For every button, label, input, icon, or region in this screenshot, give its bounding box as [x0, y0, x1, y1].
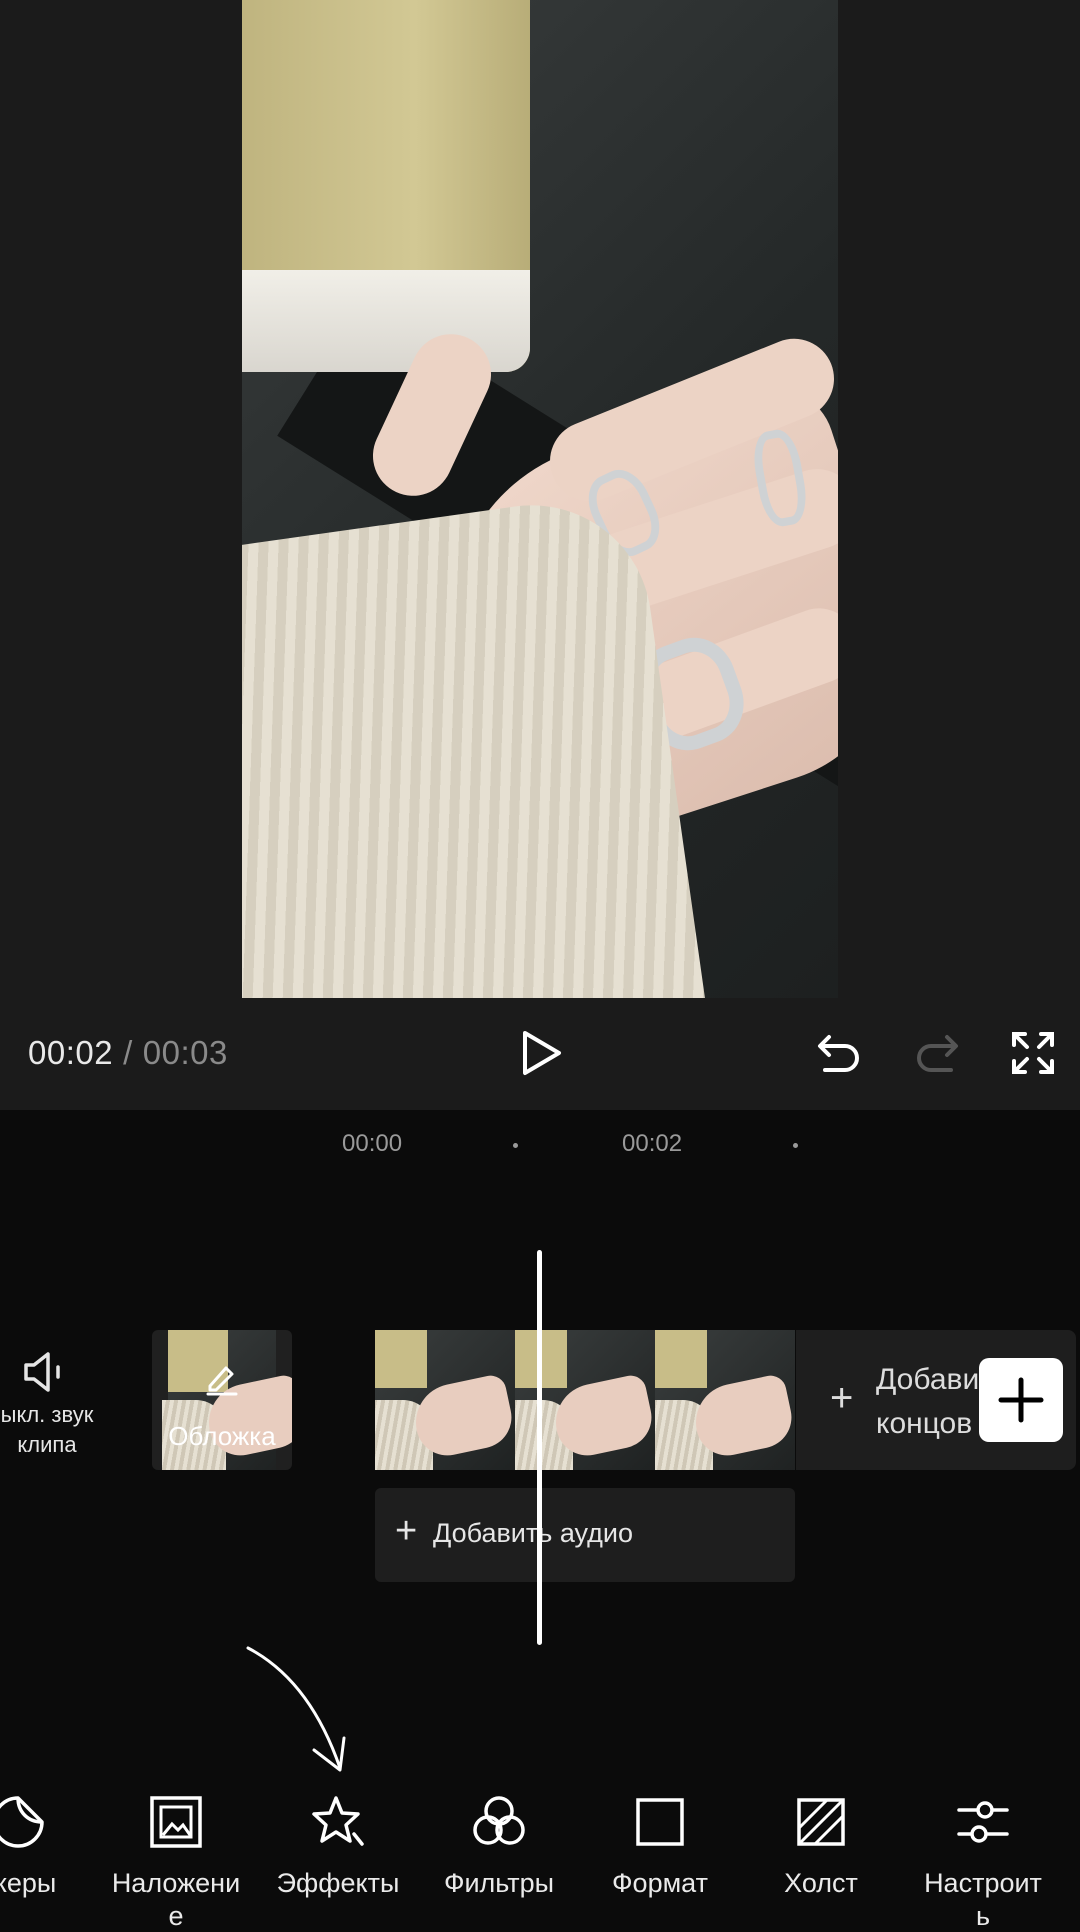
tool-label: Наложени [111, 1868, 241, 1898]
edit-pencil-icon [206, 1366, 238, 1396]
play-button[interactable] [514, 1026, 568, 1080]
tool-effects[interactable]: Эффекты [258, 1790, 418, 1899]
fullscreen-button[interactable] [1006, 1026, 1060, 1080]
mute-clip-button[interactable]: ыкл. звук клипа [0, 1350, 94, 1460]
tool-label: Эффекты [276, 1868, 400, 1898]
add-ending-label: Добави концов [876, 1358, 996, 1446]
ruler-label: 00:02 [622, 1130, 683, 1157]
clip-frame [375, 1330, 515, 1470]
time-display: 00:02/00:03 [28, 1034, 228, 1072]
tool-label: Формат [612, 1868, 708, 1898]
cover-button[interactable]: Обложка [152, 1330, 292, 1470]
tool-overlay[interactable]: Наложени е [96, 1790, 256, 1932]
add-media-button[interactable] [979, 1358, 1063, 1442]
ruler-label: 00:00 [342, 1130, 403, 1157]
tool-label: Фильтры [443, 1868, 555, 1898]
play-icon [523, 1031, 561, 1075]
undo-button[interactable] [812, 1026, 866, 1080]
current-time: 00:02 [28, 1034, 114, 1071]
redo-button[interactable] [910, 1026, 964, 1080]
add-ending-line: концов [876, 1407, 973, 1440]
video-clip-track[interactable] [375, 1330, 795, 1470]
mute-label: клипа [17, 1432, 77, 1457]
time-separator: / [123, 1034, 133, 1071]
plus-icon: + [830, 1376, 854, 1420]
tool-label-wrap: е [168, 1901, 184, 1931]
plus-icon [998, 1377, 1044, 1423]
filters-icon [473, 1796, 525, 1845]
preview-area: 00:02/00:03 [0, 0, 1080, 1110]
tool-label: икеры [0, 1868, 57, 1898]
speaker-icon [24, 1352, 60, 1392]
video-sleeve [242, 489, 706, 998]
ruler-dot [513, 1143, 518, 1148]
tool-filters[interactable]: Фильтры [419, 1790, 579, 1899]
tool-canvas[interactable]: Холст [741, 1790, 901, 1899]
ruler-dot [793, 1143, 798, 1148]
tool-label: Настроит [924, 1868, 1042, 1898]
tool-label: Холст [784, 1868, 858, 1898]
adjust-icon [957, 1801, 1009, 1843]
cover-label: Обложка [168, 1421, 276, 1451]
video-preview[interactable] [242, 0, 838, 998]
add-audio-label: Добавить аудио [433, 1518, 633, 1548]
tool-format[interactable]: Формат [580, 1790, 740, 1899]
clip-frame [655, 1330, 795, 1470]
playhead[interactable] [537, 1250, 542, 1645]
undo-icon [818, 1035, 859, 1072]
effects-icon [312, 1796, 364, 1846]
tool-adjust[interactable]: Настроит ь [903, 1790, 1063, 1932]
clip-frame [515, 1330, 655, 1470]
mute-label: ыкл. звук [0, 1402, 94, 1427]
add-audio-button[interactable]: + Добавить аудио [375, 1488, 795, 1582]
tool-label-wrap: ь [975, 1901, 991, 1931]
fullscreen-icon [1012, 1032, 1054, 1074]
add-ending-line: Добави [876, 1363, 980, 1396]
total-time: 00:03 [142, 1034, 228, 1071]
hand-drawn-arrow-icon [246, 1646, 346, 1772]
plus-icon: + [395, 1510, 418, 1552]
redo-icon [917, 1035, 958, 1072]
overlay-icon [150, 1796, 202, 1848]
format-icon [636, 1798, 684, 1846]
sticker-icon [0, 1796, 44, 1848]
canvas-icon [797, 1798, 845, 1846]
tool-stickers[interactable]: икеры [0, 1790, 98, 1899]
